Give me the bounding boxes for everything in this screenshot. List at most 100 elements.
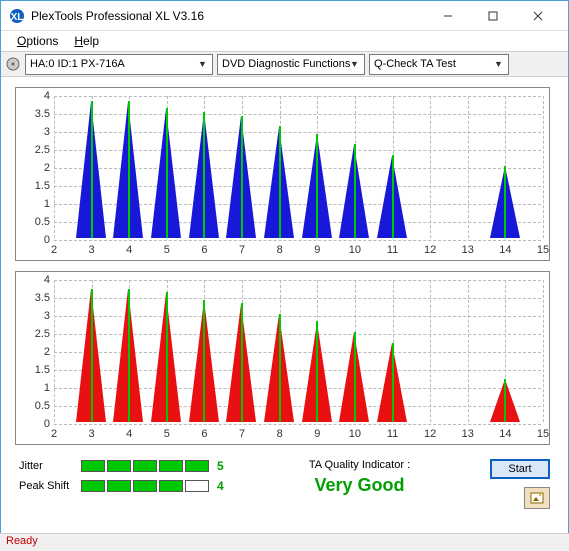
jitter-label: Jitter [19,460,81,472]
x-tick-label: 10 [349,428,361,440]
x-tick-label: 6 [201,428,207,440]
x-tick-label: 9 [314,244,320,256]
peak-center-line [504,166,506,238]
y-tick-label: 0 [22,234,50,246]
peak-center-line [504,379,506,422]
x-tick-label: 2 [51,244,57,256]
x-tick-label: 14 [499,244,511,256]
peak-center-line [241,303,243,422]
peakshift-value: 4 [217,479,224,493]
save-image-button[interactable] [524,487,550,509]
menu-help[interactable]: Help [66,32,107,50]
y-tick-label: 1 [22,198,50,210]
x-tick-label: 13 [462,244,474,256]
chevron-down-icon: ▼ [195,59,210,69]
peak-center-line [166,292,168,422]
y-tick-label: 0 [22,418,50,430]
y-tick-label: 4 [22,90,50,102]
peakshift-label: Peak Shift [19,480,81,492]
quality-indicator-label: TA Quality Indicator : [259,459,460,471]
titlebar: XL PlexTools Professional XL V3.16 [1,1,568,31]
x-tick-label: 2 [51,428,57,440]
x-tick-label: 3 [89,428,95,440]
y-tick-label: 3.5 [22,292,50,304]
test-select-value: Q-Check TA Test [374,58,456,70]
maximize-button[interactable] [470,1,515,30]
x-tick-label: 3 [89,244,95,256]
app-icon: XL [9,8,25,24]
x-tick-label: 12 [424,428,436,440]
chevron-down-icon: ▼ [491,59,506,69]
menubar: Options Help [1,31,568,51]
drive-icon [5,56,21,72]
main-panel: 00.511.522.533.5423456789101112131415 00… [1,77,568,513]
x-tick-label: 15 [537,428,549,440]
x-tick-label: 13 [462,428,474,440]
menu-options[interactable]: Options [9,32,66,50]
y-tick-label: 1.5 [22,364,50,376]
test-select[interactable]: Q-Check TA Test ▼ [369,54,509,75]
x-tick-label: 6 [201,244,207,256]
segment [81,480,105,492]
function-select-value: DVD Diagnostic Functions [222,58,350,70]
x-tick-label: 4 [126,428,132,440]
chart-top: 00.511.522.533.5423456789101112131415 [15,87,550,261]
y-tick-label: 1 [22,382,50,394]
start-button[interactable]: Start [490,459,550,479]
x-tick-label: 14 [499,428,511,440]
jitter-value: 5 [217,459,224,473]
y-tick-label: 2 [22,162,50,174]
peak-center-line [354,144,356,238]
y-tick-label: 0.5 [22,216,50,228]
drive-select[interactable]: HA:0 ID:1 PX-716A ▼ [25,54,213,75]
peak-center-line [91,101,93,238]
peak-center-line [392,155,394,238]
chart-bottom: 00.511.522.533.5423456789101112131415 [15,271,550,445]
segment [133,460,157,472]
minimize-button[interactable] [425,1,470,30]
picture-icon [530,492,544,504]
drive-select-value: HA:0 ID:1 PX-716A [30,58,125,70]
peak-center-line [354,332,356,422]
x-tick-label: 4 [126,244,132,256]
y-tick-label: 2.5 [22,144,50,156]
y-tick-label: 2 [22,346,50,358]
segment [107,480,131,492]
peak-center-line [279,314,281,422]
y-tick-label: 0.5 [22,400,50,412]
y-tick-label: 4 [22,274,50,286]
y-tick-label: 3 [22,126,50,138]
peak-center-line [316,321,318,422]
peak-center-line [203,300,205,422]
peak-center-line [392,343,394,422]
peak-center-line [316,134,318,238]
x-tick-label: 15 [537,244,549,256]
chevron-down-icon: ▼ [347,59,362,69]
x-tick-label: 7 [239,428,245,440]
close-button[interactable] [515,1,560,30]
segment [185,460,209,472]
peak-center-line [128,289,130,422]
x-tick-label: 8 [277,244,283,256]
window-title: PlexTools Professional XL V3.16 [31,9,425,23]
x-tick-label: 8 [277,428,283,440]
x-tick-label: 5 [164,244,170,256]
y-tick-label: 1.5 [22,180,50,192]
x-tick-label: 5 [164,428,170,440]
status-text: Ready [6,535,38,547]
segment [107,460,131,472]
x-tick-label: 9 [314,428,320,440]
peak-center-line [166,108,168,238]
x-tick-label: 11 [387,244,398,256]
jitter-bar [81,460,209,472]
peakshift-bar [81,480,209,492]
peak-center-line [241,116,243,238]
function-select[interactable]: DVD Diagnostic Functions ▼ [217,54,365,75]
peak-center-line [91,289,93,422]
x-tick-label: 12 [424,244,436,256]
segment [133,480,157,492]
peak-center-line [279,126,281,238]
y-tick-label: 2.5 [22,328,50,340]
toolbar: HA:0 ID:1 PX-716A ▼ DVD Diagnostic Funct… [1,51,568,77]
segment [159,460,183,472]
